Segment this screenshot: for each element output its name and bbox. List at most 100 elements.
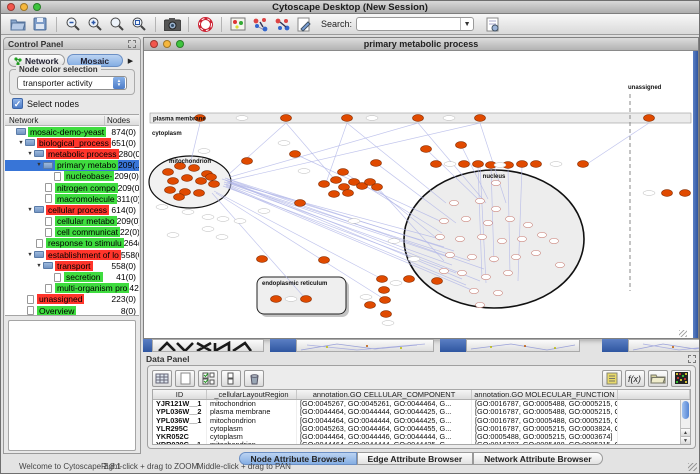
scroll-down-icon[interactable]: ▼ [681,436,690,444]
minimized-window-icon[interactable] [440,339,466,352]
network-node-unselected[interactable] [538,232,547,237]
minimized-window-preview[interactable] [628,339,700,352]
network-node[interactable] [404,276,415,283]
network-node[interactable] [517,161,528,168]
attribute-table-row[interactable]: YDR039C__1mitochondrion[GO:0044464, GO:0… [153,441,690,445]
network-node-unselected[interactable] [484,220,493,225]
close-window-button[interactable] [7,3,15,11]
network-node[interactable] [431,161,442,168]
attribute-select-icon[interactable] [152,370,172,387]
table-scrollbar[interactable]: ▲ ▼ [680,400,690,444]
network-node-unselected[interactable] [476,302,485,307]
network-node-unselected[interactable] [550,238,559,243]
network-node-unselected[interactable] [470,288,479,293]
network-node[interactable] [379,287,390,294]
search-input[interactable] [357,18,460,30]
network-node[interactable] [331,177,342,184]
network-node[interactable] [338,169,349,176]
column-header[interactable]: annotation.GO CELLULAR_COMPONENT [297,390,472,399]
float-data-panel-icon[interactable] [688,355,696,363]
create-attribute-icon[interactable] [175,370,195,387]
network-right-scrollbar[interactable] [693,51,698,338]
network-node[interactable] [432,278,443,285]
network-node[interactable] [459,161,470,168]
network-node-unselected[interactable] [556,262,565,267]
network-node-unselected[interactable] [492,206,501,211]
column-header[interactable]: annotation.GO MOLECULAR_FUNCTION [472,390,618,399]
network-node[interactable] [377,276,388,283]
network-tree-row[interactable]: ▼establishment of lo558(0) [5,249,139,260]
disclosure-triangle-icon[interactable]: ▼ [35,263,43,269]
minimized-window-icon[interactable] [602,339,628,352]
network-tree-row[interactable]: ▼metabolic process280(0) [5,148,139,159]
delete-attribute-icon[interactable] [244,370,264,387]
network-tree-row[interactable]: mosaic-demo-yeast874(0) [5,126,139,137]
network-node-unselected[interactable] [518,236,527,241]
disclosure-triangle-icon[interactable]: ▼ [26,252,34,258]
network-node[interactable] [680,190,691,197]
disclosure-triangle-icon[interactable]: ▼ [17,140,25,146]
attribute-table-row[interactable]: YJR121W__1mitochondrion[GO:0045267, GO:0… [153,400,690,408]
function-builder-icon[interactable]: f(x) [625,370,645,387]
network-tree-row[interactable]: nucleobase-209(0) [5,171,139,182]
window-resize-grip[interactable] [688,463,697,471]
column-header[interactable]: ID [153,390,207,399]
network-node-unselected[interactable] [512,254,521,259]
network-node-unselected[interactable] [436,234,445,239]
network-node[interactable] [189,165,200,172]
network-node[interactable] [290,151,301,158]
attribute-table-row[interactable]: YPL036W__1mitochondrion[GO:0044464, GO:0… [153,417,690,425]
unselect-all-attributes-icon[interactable] [221,370,241,387]
disclosure-triangle-icon[interactable]: ▼ [35,162,43,168]
network-node-unselected[interactable] [450,200,459,205]
network-node[interactable] [372,184,383,191]
column-header[interactable]: _cellularLayoutRegion [207,390,297,399]
network-node-unselected[interactable] [492,180,501,185]
attribute-matrix-icon[interactable] [671,370,691,387]
open-file-icon[interactable] [7,15,29,34]
network-canvas[interactable]: plasma membrane cytoplasm mitochondrion … [144,51,698,330]
network-node-unselected[interactable] [498,238,507,243]
search-options-icon[interactable] [482,15,504,34]
network-node-unselected[interactable] [440,218,449,223]
network-node[interactable] [206,174,217,181]
network-node[interactable] [473,161,484,168]
zoom-window-button[interactable] [33,3,41,11]
network-node[interactable] [209,181,220,188]
network-node[interactable] [329,191,340,198]
network-node-unselected[interactable] [482,274,491,279]
zoom-in-icon[interactable] [84,15,106,34]
network-node[interactable] [196,178,207,185]
node-color-combobox[interactable]: transporter activity ▲▼ [17,76,127,90]
network-node[interactable] [319,257,330,264]
select-all-attributes-icon[interactable] [198,370,218,387]
network-node[interactable] [475,115,486,122]
network-window-titlebar[interactable]: primary metabolic process [144,38,698,51]
network-node[interactable] [281,115,292,122]
attribute-table-row[interactable]: YLR295Ccytoplasm[GO:0045263, GO:0044464,… [153,425,690,433]
network-node[interactable] [174,194,185,201]
search-dropdown-arrow-icon[interactable]: ▼ [460,18,473,30]
zoom-fit-content-icon[interactable] [106,15,128,34]
minimized-window-preview[interactable] [152,339,264,352]
minimized-window-preview[interactable] [466,339,580,352]
network-close-button[interactable] [150,40,158,48]
network-node[interactable] [319,181,330,188]
help-icon[interactable] [194,15,216,34]
network-node-unselected[interactable] [446,252,455,257]
save-session-icon[interactable] [29,15,51,34]
import-network-icon[interactable] [249,15,271,34]
minimized-window-icon[interactable] [143,339,152,352]
network-node-unselected[interactable] [524,222,533,227]
network-node[interactable] [371,160,382,167]
annotations-icon[interactable] [293,15,315,34]
network-tree-row[interactable]: macromolecule311(0) [5,193,139,204]
zoom-out-icon[interactable] [62,15,84,34]
modify-network-icon[interactable] [271,15,293,34]
network-node[interactable] [343,190,354,197]
network-resize-grip[interactable] [679,330,687,337]
network-node[interactable] [165,187,176,194]
network-node[interactable] [301,296,312,303]
network-node-unselected[interactable] [478,234,487,239]
network-node[interactable] [421,146,432,153]
